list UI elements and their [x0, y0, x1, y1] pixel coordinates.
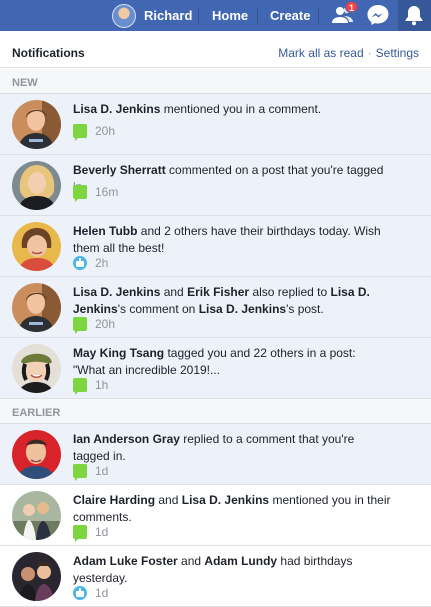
notification-item[interactable]: Beverly Sherratt commented on a post tha… [0, 155, 431, 216]
notification-meta: 20h [73, 124, 116, 141]
notification-text-run: 's post. [286, 302, 324, 316]
notification-meta: 2h [73, 256, 108, 270]
notifications-tab[interactable] [398, 0, 431, 31]
notification-time: 2h [95, 256, 109, 270]
notification-item[interactable]: Helen Tubb and 2 others have their birth… [0, 216, 431, 277]
comment-icon [73, 525, 87, 542]
notification-item[interactable]: Ian Anderson Gray replied to a comment t… [0, 424, 431, 485]
notifications-header: Notifications Mark all as read · Settings [0, 38, 431, 68]
dropdown-caret [407, 31, 421, 38]
separator: · [367, 45, 372, 60]
top-nav-bar: Richard Home Create 1 [0, 0, 431, 31]
bell-icon [402, 4, 426, 26]
comment-icon [73, 378, 87, 395]
avatar [12, 161, 61, 210]
notification-actor-name[interactable]: Beverly Sherratt [73, 163, 166, 177]
notification-actor-name[interactable]: Lisa D. Jenkins [73, 102, 160, 116]
notification-text-run: and [177, 554, 205, 568]
notification-text-run: 's comment on [117, 302, 199, 316]
comment-icon [73, 124, 87, 141]
avatar [12, 552, 61, 601]
notification-actor-name[interactable]: Adam Luke Foster [73, 554, 178, 568]
notification-item[interactable]: May King Tsang tagged you and 22 others … [0, 338, 431, 399]
notification-text-run: mentioned you in a comment. [160, 102, 322, 116]
notification-text: May King Tsang tagged you and 22 others … [73, 345, 391, 379]
home-link[interactable]: Home [212, 8, 248, 23]
profile-name: Richard [144, 8, 193, 23]
notification-text: Beverly Sherratt commented on a post tha… [73, 162, 391, 196]
avatar [12, 344, 61, 393]
settings-link[interactable]: Settings [376, 46, 419, 60]
nav-divider [318, 8, 319, 24]
avatar [12, 491, 61, 540]
notification-text-run: also replied to [249, 285, 331, 299]
notification-item[interactable]: Lisa D. Jenkins mentioned you in a comme… [0, 94, 431, 155]
profile-link[interactable]: Richard [109, 2, 202, 29]
notification-meta: 1d [73, 586, 108, 600]
notification-meta: 16m [73, 185, 119, 202]
nav-divider [198, 8, 199, 24]
notification-text: Lisa D. Jenkins and Erik Fisher also rep… [73, 284, 391, 318]
notification-meta: 20h [73, 317, 116, 334]
birthday-cake-icon [73, 586, 87, 600]
comment-icon [73, 185, 87, 202]
section-header-earlier: EARLIER [0, 399, 431, 424]
comment-icon [73, 464, 87, 481]
notification-actor-name[interactable]: Lisa D. Jenkins [73, 285, 160, 299]
notification-time: 1d [95, 464, 109, 478]
notification-text: Lisa D. Jenkins mentioned you in a comme… [73, 101, 391, 118]
notification-text: Ian Anderson Gray replied to a comment t… [73, 431, 391, 465]
create-link[interactable]: Create [270, 8, 310, 23]
notification-time: 20h [95, 317, 116, 331]
notification-meta: 1d [73, 464, 109, 481]
notification-text-run: and [160, 285, 188, 299]
notification-actor-name[interactable]: Claire Harding [73, 493, 155, 507]
avatar [12, 283, 61, 332]
notification-time: 20h [95, 124, 116, 138]
notification-meta: 1d [73, 525, 109, 542]
notification-text: Adam Luke Foster and Adam Lundy had birt… [73, 553, 391, 587]
comment-icon [73, 317, 87, 334]
section-header-new: NEW [0, 69, 431, 94]
avatar [12, 222, 61, 271]
mark-all-read-link[interactable]: Mark all as read [278, 46, 363, 60]
notification-text: Claire Harding and Lisa D. Jenkins menti… [73, 492, 391, 526]
notification-time: 16m [95, 185, 119, 199]
notification-actor-name[interactable]: Lisa D. Jenkins [199, 302, 286, 316]
avatar [12, 100, 61, 149]
birthday-cake-icon [73, 256, 87, 270]
notification-item[interactable]: Adam Luke Foster and Adam Lundy had birt… [0, 546, 431, 607]
notification-time: 1d [95, 586, 109, 600]
notification-meta: 1h [73, 378, 109, 395]
notification-text-run: and [155, 493, 182, 507]
notification-actor-name[interactable]: Lisa D. Jenkins [182, 493, 269, 507]
notification-text: Helen Tubb and 2 others have their birth… [73, 223, 391, 257]
notification-item[interactable]: Claire Harding and Lisa D. Jenkins menti… [0, 485, 431, 546]
avatar [12, 430, 61, 479]
notifications-list: NEW Lisa D. Jenkins mentioned you in a c… [0, 69, 431, 607]
notification-time: 1d [95, 525, 109, 539]
nav-divider [257, 8, 258, 24]
notifications-title: Notifications [12, 45, 85, 60]
notification-actor-name[interactable]: Ian Anderson Gray [73, 432, 180, 446]
notification-actor-name[interactable]: Erik Fisher [187, 285, 249, 299]
notification-actor-name[interactable]: Helen Tubb [73, 224, 137, 238]
friend-requests-badge: 1 [345, 1, 359, 13]
notification-actor-name[interactable]: Adam Lundy [204, 554, 277, 568]
header-actions: Mark all as read · Settings [278, 46, 419, 60]
notification-actor-name[interactable]: May King Tsang [73, 346, 164, 360]
messenger-icon[interactable] [366, 4, 390, 26]
notification-item[interactable]: Lisa D. Jenkins and Erik Fisher also rep… [0, 277, 431, 338]
notification-time: 1h [95, 378, 109, 392]
profile-avatar [112, 3, 136, 28]
